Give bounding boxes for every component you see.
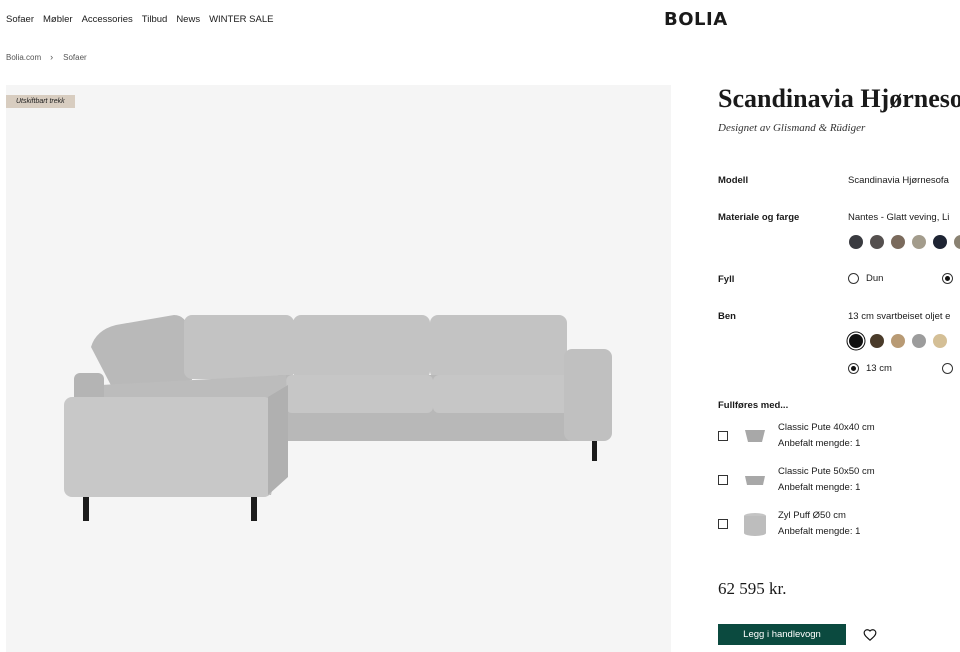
chevron-right-icon: › [50,52,54,62]
addon-item: Classic Pute 40x40 cm Anbefalt mengde: 1 [718,420,875,452]
material-swatch[interactable] [891,235,905,249]
fill-label: Fyll [718,274,735,285]
nav-item-mobler[interactable]: Møbler [43,14,73,25]
legs-swatches [849,334,947,348]
fill-radio-selected[interactable] [942,273,953,284]
addon-checkbox[interactable] [718,475,728,485]
main-nav: Sofaer Møbler Accessories Tilbud News WI… [6,14,282,25]
legs-swatch[interactable] [933,334,947,348]
nav-item-news[interactable]: News [176,14,200,25]
addon-name: Zyl Puff Ø50 cm [778,510,846,521]
product-price: 62 595 kr. [718,579,787,598]
product-gallery[interactable]: Utskiftbart trekk [6,85,671,652]
fill-radio-dun[interactable] [848,273,859,284]
material-swatch[interactable] [933,235,947,249]
nav-item-winter-sale[interactable]: WINTER SALE [209,14,273,25]
heart-icon[interactable] [863,628,877,642]
legs-swatch[interactable] [912,334,926,348]
model-label: Modell [718,175,749,186]
cushion-image [740,425,770,447]
fill-option-2[interactable] [942,273,960,284]
pouf-image [740,513,770,536]
legs-height-radio-selected[interactable] [848,363,859,374]
breadcrumb-current[interactable]: Sofaer [63,53,87,62]
fill-option-label: Dun [866,273,884,284]
legs-height-radio[interactable] [942,363,953,374]
product-title: Scandinavia Hjørnesofa [718,84,960,113]
legs-swatch-selected[interactable] [849,334,863,348]
material-swatch[interactable] [954,235,960,249]
legs-value[interactable]: 13 cm svartbeiset oljet e [848,311,950,322]
material-swatch[interactable] [870,235,884,249]
material-swatches [849,235,960,249]
complete-with-title: Fullføres med... [718,400,789,411]
cushion-image [740,469,770,491]
material-swatch[interactable] [849,235,863,249]
addon-checkbox[interactable] [718,519,728,529]
material-label: Materiale og farge [718,212,800,223]
legs-label: Ben [718,311,736,322]
addon-qty: Anbefalt mengde: 1 [778,482,861,493]
nav-item-accessories[interactable]: Accessories [82,14,133,25]
addon-qty: Anbefalt mengde: 1 [778,438,861,449]
sofa-product-image [64,315,612,521]
material-swatch[interactable] [912,235,926,249]
breadcrumb: Bolia.com › Sofaer [6,52,87,62]
legs-height-13cm[interactable]: 13 cm [848,363,892,374]
material-value[interactable]: Nantes - Glatt veving, Li [848,212,949,223]
legs-swatch[interactable] [891,334,905,348]
nav-item-sofaer[interactable]: Sofaer [6,14,34,25]
brand-logo[interactable]: BOLIA [664,9,728,30]
legs-height-option-2[interactable] [942,363,960,374]
add-to-cart-button[interactable]: Legg i handlevogn [718,624,846,645]
addon-qty: Anbefalt mengde: 1 [778,526,861,537]
fill-option-dun[interactable]: Dun [848,273,883,284]
addon-item: Zyl Puff Ø50 cm Anbefalt mengde: 1 [718,508,860,540]
addon-name: Classic Pute 40x40 cm [778,422,875,433]
legs-height-label: 13 cm [866,363,892,374]
model-value[interactable]: Scandinavia Hjørnesofa [848,175,949,186]
addon-item: Classic Pute 50x50 cm Anbefalt mengde: 1 [718,464,875,496]
addon-checkbox[interactable] [718,431,728,441]
legs-swatch[interactable] [870,334,884,348]
product-designer: Designet av Glismand & Rüdiger [718,122,866,134]
addon-name: Classic Pute 50x50 cm [778,466,875,477]
nav-item-tilbud[interactable]: Tilbud [142,14,168,25]
breadcrumb-home[interactable]: Bolia.com [6,53,41,62]
